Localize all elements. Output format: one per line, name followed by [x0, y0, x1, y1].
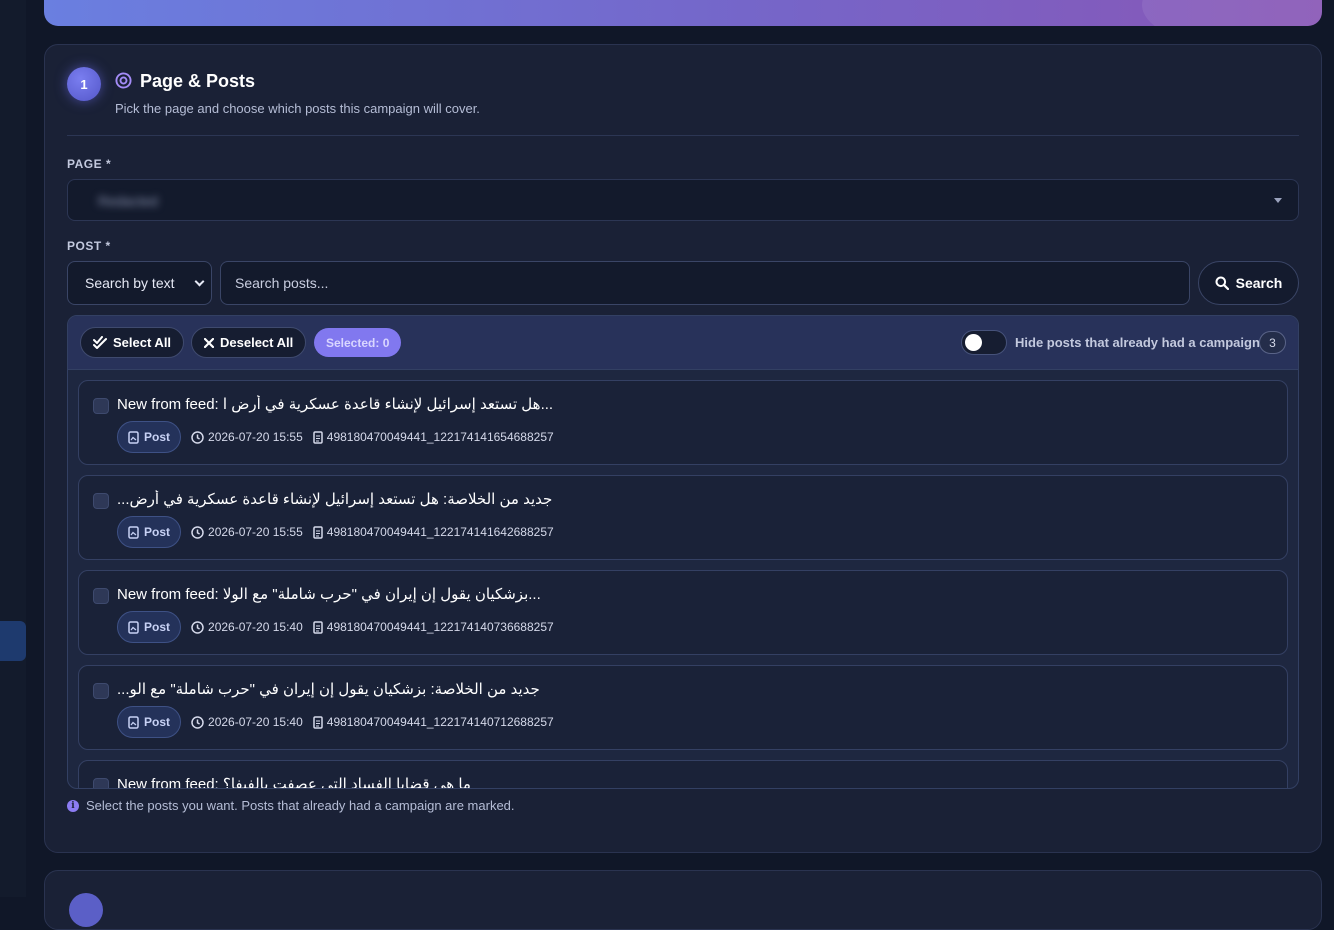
select-all-button[interactable]: Select All	[80, 327, 185, 358]
search-mode-value: Search by text	[85, 275, 175, 291]
posts-hint-text: Select the posts you want. Posts that al…	[86, 798, 515, 813]
clock-icon	[191, 430, 204, 444]
posts-toolbar: Select All Deselect All Selected: 0 Hide…	[68, 316, 1298, 370]
file-icon	[313, 715, 323, 729]
image-file-icon	[128, 430, 139, 444]
caret-down-icon	[1274, 198, 1282, 203]
post-id-value: 498180470049441_122174141654688257	[326, 430, 554, 444]
card-subtitle: Pick the page and choose which posts thi…	[115, 101, 480, 116]
hide-campaign-label: Hide posts that already had a campaign	[1015, 335, 1260, 350]
sidebar-active-marker[interactable]	[0, 621, 26, 661]
post-item[interactable]: جديد من الخلاصة: بزشكيان يقول إن إيران ف…	[78, 665, 1288, 750]
step-number-badge	[69, 893, 103, 927]
toggle-knob	[965, 334, 982, 351]
post-type-badge: Post	[117, 611, 182, 643]
clock-icon	[191, 525, 204, 539]
post-time: 2026-07-20 15:40	[191, 715, 303, 729]
post-type-badge: Post	[117, 516, 182, 548]
post-item[interactable]: New from feed: بزشكيان يقول إن إيران في …	[78, 570, 1288, 655]
hide-campaign-toggle[interactable]	[961, 330, 1007, 355]
deselect-all-button[interactable]: Deselect All	[191, 327, 307, 358]
search-button[interactable]: Search	[1198, 261, 1299, 305]
post-type-label: Post	[144, 430, 171, 444]
post-title: New from feed: هل تستعد إسرائيل لإنشاء ق…	[117, 396, 554, 413]
post-type-label: Post	[144, 620, 171, 634]
left-sidebar-rail	[0, 0, 26, 897]
post-title: New from feed: ما هي قضايا الفساد التي ع…	[117, 776, 471, 789]
deselect-all-label: Deselect All	[220, 335, 294, 350]
post-time-value: 2026-07-20 15:40	[208, 715, 303, 729]
post-checkbox[interactable]	[93, 588, 109, 604]
file-icon	[313, 525, 323, 539]
search-button-label: Search	[1235, 275, 1283, 291]
post-type-badge: Post	[117, 421, 182, 453]
post-time: 2026-07-20 15:55	[191, 430, 303, 444]
page-select-value: Redacted	[98, 193, 158, 209]
search-icon	[1215, 276, 1229, 290]
post-type-badge: Post	[117, 706, 182, 738]
clock-icon	[191, 620, 204, 634]
post-item[interactable]: New from feed: ما هي قضايا الفساد التي ع…	[78, 760, 1288, 789]
image-file-icon	[128, 620, 139, 634]
selected-count-badge: Selected: 0	[314, 328, 402, 357]
divider	[67, 135, 1299, 136]
step-number-badge: 1	[67, 67, 101, 101]
post-item[interactable]: جديد من الخلاصة: هل تستعد إسرائيل لإنشاء…	[78, 475, 1288, 560]
post-checkbox[interactable]	[93, 398, 109, 414]
image-file-icon	[128, 525, 139, 539]
post-id: 498180470049441_122174141642688257	[313, 525, 554, 539]
page-select[interactable]: Redacted	[67, 179, 1299, 221]
image-file-icon	[128, 715, 139, 729]
post-time-value: 2026-07-20 15:55	[208, 430, 303, 444]
file-icon	[313, 430, 323, 444]
post-meta: Post 2026-07-20 15:40 498180470049441_12…	[117, 706, 554, 738]
search-posts-input[interactable]	[220, 261, 1190, 305]
post-meta: Post 2026-07-20 15:55 498180470049441_12…	[117, 516, 554, 548]
post-id-value: 498180470049441_122174141642688257	[326, 525, 554, 539]
clock-icon	[191, 715, 204, 729]
post-id: 498180470049441_122174140736688257	[313, 620, 554, 634]
file-icon	[313, 620, 323, 634]
post-title: جديد من الخلاصة: بزشكيان يقول إن إيران ف…	[117, 681, 540, 698]
posts-selector: Select All Deselect All Selected: 0 Hide…	[67, 315, 1299, 789]
post-field-label: POST *	[67, 239, 111, 253]
page-posts-card: 1 Page & Posts Pick the page and choose …	[44, 44, 1322, 853]
target-icon	[115, 72, 132, 89]
double-check-icon	[93, 336, 107, 349]
post-checkbox[interactable]	[93, 683, 109, 699]
info-icon: i	[67, 799, 79, 812]
next-step-card	[44, 870, 1322, 930]
post-id-value: 498180470049441_122174140712688257	[326, 715, 554, 729]
post-type-label: Post	[144, 715, 171, 729]
post-meta: Post 2026-07-20 15:55 498180470049441_12…	[117, 421, 554, 453]
post-checkbox[interactable]	[93, 778, 109, 788]
card-title: Page & Posts	[140, 71, 256, 91]
post-time-value: 2026-07-20 15:55	[208, 525, 303, 539]
posts-hint: i Select the posts you want. Posts that …	[67, 798, 515, 813]
post-checkbox[interactable]	[93, 493, 109, 509]
post-time-value: 2026-07-20 15:40	[208, 620, 303, 634]
close-icon	[204, 337, 214, 348]
post-item[interactable]: New from feed: هل تستعد إسرائيل لإنشاء ق…	[78, 380, 1288, 465]
page-field-label: PAGE *	[67, 157, 112, 171]
hidden-count-badge: 3	[1259, 331, 1286, 354]
post-id-value: 498180470049441_122174140736688257	[326, 620, 554, 634]
post-title: New from feed: بزشكيان يقول إن إيران في …	[117, 586, 541, 603]
post-time: 2026-07-20 15:40	[191, 620, 303, 634]
chevron-down-icon	[194, 276, 205, 287]
search-mode-select[interactable]: Search by text	[67, 261, 212, 305]
header-banner	[44, 0, 1322, 26]
post-id: 498180470049441_122174141654688257	[313, 430, 554, 444]
select-all-label: Select All	[113, 335, 172, 350]
post-type-label: Post	[144, 525, 171, 539]
post-title: جديد من الخلاصة: هل تستعد إسرائيل لإنشاء…	[117, 491, 553, 508]
post-time: 2026-07-20 15:55	[191, 525, 303, 539]
post-meta: Post 2026-07-20 15:40 498180470049441_12…	[117, 611, 554, 643]
post-id: 498180470049441_122174140712688257	[313, 715, 554, 729]
